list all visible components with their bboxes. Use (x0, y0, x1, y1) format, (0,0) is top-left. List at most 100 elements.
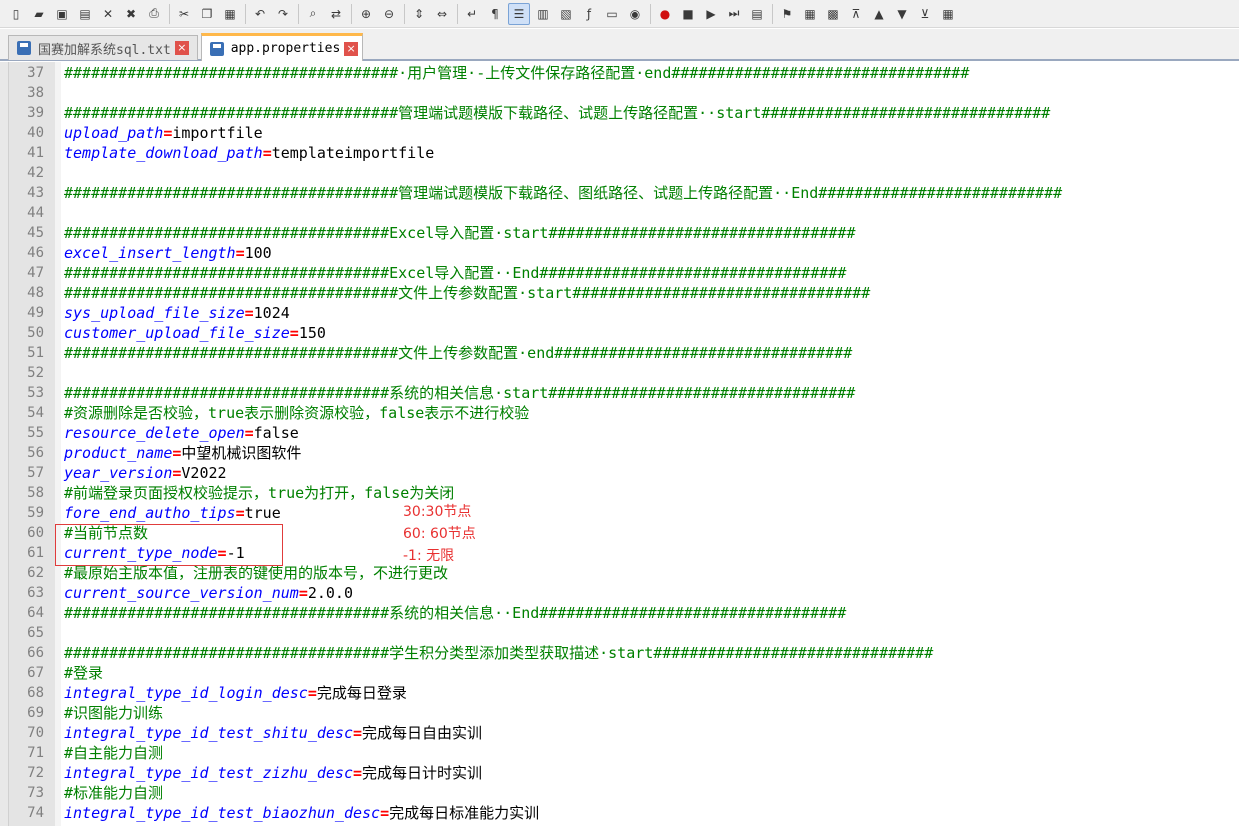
code-line[interactable]: sys_upload_file_size=1024 (64, 303, 290, 323)
close-icon[interactable]: × (174, 41, 189, 55)
close-icon[interactable]: ✕ (98, 4, 118, 24)
code-line[interactable]: ####################################系统的相… (64, 603, 846, 623)
code-line[interactable]: #资源删除是否校验，true表示删除资源校验，false表示不进行校验 (64, 403, 529, 423)
code-line[interactable]: customer_upload_file_size=150 (64, 323, 326, 343)
indent-guide-icon[interactable]: ☰ (508, 2, 530, 25)
paste-icon[interactable]: ▦ (220, 4, 240, 24)
code-line[interactable]: excel_insert_length=100 (64, 243, 272, 263)
line-number: 51 (27, 345, 44, 361)
tab-label: app.properties (230, 41, 341, 56)
doc-map-icon[interactable]: ▧ (556, 4, 576, 24)
show-all-chars-icon[interactable]: ¶ (485, 4, 505, 24)
sync-horizontal-icon[interactable]: ⇔ (432, 4, 452, 24)
word-wrap-icon[interactable]: ↵ (462, 4, 482, 24)
highlight-box (55, 524, 283, 566)
code-line[interactable]: ####################################学生积分… (64, 643, 933, 663)
property-value: 1024 (253, 304, 290, 322)
play-macro-icon[interactable]: ▶ (701, 4, 721, 24)
code-line[interactable]: #标准能力自测 (64, 783, 163, 803)
panel-1-icon[interactable]: ▦ (800, 4, 820, 24)
code-line[interactable]: integral_type_id_login_desc=完成每日登录 (64, 683, 407, 703)
open-folder-icon[interactable]: ▰ (29, 4, 49, 24)
record-macro-icon[interactable]: ● (655, 4, 675, 24)
udl-icon[interactable]: ▥ (533, 4, 553, 24)
zoom-in-icon[interactable]: ⊕ (356, 4, 376, 24)
code-line[interactable]: #####################################文件上… (64, 283, 870, 303)
copy-icon[interactable]: ❐ (197, 4, 217, 24)
new-file-icon[interactable]: ▯ (6, 4, 26, 24)
tab-label: 国赛加解系统sql.txt (38, 42, 171, 58)
save-icon[interactable]: ▣ (52, 4, 72, 24)
down-arrow-icon[interactable]: ▼ (892, 4, 912, 24)
text-editor[interactable]: #####################################·用户… (0, 62, 1239, 826)
code-line[interactable]: resource_delete_open=false (64, 423, 299, 443)
cut-icon[interactable]: ✂ (174, 4, 194, 24)
toolbar: ▯ ▰ ▣ ▤ ✕ ✖ ⎙ ✂ ❐ ▦ ↶ ↷ ⌕ ⇄ ⊕ ⊖ ⇕ ⇔ ↵ ¶ ☰ ▥ ▧ ƒ ▭ ◉ ● ■ ▶ ⏭ ▤ ⚑ ▦ ▩ ⊼ ▲ ▼ ⊻ ▦ (0, 0, 1239, 28)
assign-operator: = (235, 244, 245, 262)
expand-icon[interactable]: ⊻ (915, 4, 935, 24)
bookmark-icon[interactable]: ⚑ (777, 4, 797, 24)
property-value: true (244, 504, 281, 522)
code-line[interactable]: integral_type_id_test_biaozhun_desc=完成每日… (64, 803, 539, 823)
line-number: 68 (27, 685, 44, 701)
collapse-icon[interactable]: ⊼ (846, 4, 866, 24)
find-icon[interactable]: ⌕ (303, 4, 323, 24)
grid-icon[interactable]: ▦ (938, 4, 958, 24)
panel-2-icon[interactable]: ▩ (823, 4, 843, 24)
sync-vertical-icon[interactable]: ⇕ (409, 4, 429, 24)
tab-sql-file[interactable]: 国赛加解系统sql.txt × (8, 35, 198, 60)
comment-text: #前端登录页面授权校验提示，true为打开，false为关闭 (64, 484, 455, 502)
code-line[interactable]: #####################################·用户… (64, 63, 969, 83)
undo-icon[interactable]: ↶ (250, 4, 270, 24)
up-arrow-icon[interactable]: ▲ (869, 4, 889, 24)
code-line[interactable]: ####################################Exce… (64, 223, 856, 243)
assign-operator: = (298, 584, 308, 602)
close-icon[interactable]: × (344, 41, 358, 56)
replace-icon[interactable]: ⇄ (326, 4, 346, 24)
code-line[interactable]: #####################################文件上… (64, 343, 852, 363)
code-line[interactable]: #登录 (64, 663, 103, 683)
comment-text: #登录 (64, 664, 104, 682)
toolbar-separator (245, 3, 246, 24)
close-all-icon[interactable]: ✖ (121, 4, 141, 24)
line-number: 67 (27, 665, 44, 681)
redo-icon[interactable]: ↷ (273, 4, 293, 24)
zoom-out-icon[interactable]: ⊖ (379, 4, 399, 24)
code-line[interactable]: #自主能力自测 (64, 743, 163, 763)
code-line[interactable]: product_name=中望机械识图软件 (64, 443, 301, 463)
code-line[interactable]: fore_end_autho_tips=true (64, 503, 281, 523)
code-line[interactable]: #####################################管理端… (64, 183, 1062, 203)
property-key: template_download_path (64, 144, 263, 162)
assign-operator: = (244, 304, 254, 322)
save-all-icon[interactable]: ▤ (75, 4, 95, 24)
code-line[interactable]: upload_path=importfile (64, 123, 263, 143)
assign-operator: = (380, 804, 390, 822)
code-line[interactable]: #####################################管理端… (64, 103, 1050, 123)
line-number: 57 (27, 465, 44, 481)
property-key: current_source_version_num (64, 584, 299, 602)
line-number: 49 (27, 305, 44, 321)
code-line[interactable]: template_download_path=templateimportfil… (64, 143, 434, 163)
property-value: 100 (244, 244, 272, 262)
print-icon[interactable]: ⎙ (144, 4, 164, 24)
code-line[interactable]: integral_type_id_test_shitu_desc=完成每日自由实… (64, 723, 482, 743)
folder-workspace-icon[interactable]: ▭ (602, 4, 622, 24)
code-line[interactable]: #识图能力训练 (64, 703, 163, 723)
run-macro-multiple-icon[interactable]: ⏭ (724, 4, 744, 24)
stop-record-icon[interactable]: ■ (678, 4, 698, 24)
function-list-icon[interactable]: ƒ (579, 4, 599, 24)
code-line[interactable]: #最原始主版本值，注册表的键使用的版本号，不进行更改 (64, 563, 448, 583)
line-number: 73 (27, 785, 44, 801)
code-line[interactable]: year_version=V2022 (64, 463, 227, 483)
code-line[interactable]: integral_type_id_test_zizhu_desc=完成每日计时实… (64, 763, 482, 783)
tab-app-properties[interactable]: app.properties × (201, 33, 363, 61)
code-line[interactable]: ####################################Exce… (64, 263, 846, 283)
code-line[interactable]: #前端登录页面授权校验提示，true为打开，false为关闭 (64, 483, 454, 503)
comment-text: #####################################文件上… (64, 284, 871, 302)
save-macro-icon[interactable]: ▤ (747, 4, 767, 24)
monitor-icon[interactable]: ◉ (625, 4, 645, 24)
line-number: 66 (27, 645, 44, 661)
property-key: year_version (64, 464, 173, 482)
code-line[interactable]: ####################################系统的相… (64, 383, 855, 403)
code-line[interactable]: current_source_version_num=2.0.0 (64, 583, 353, 603)
